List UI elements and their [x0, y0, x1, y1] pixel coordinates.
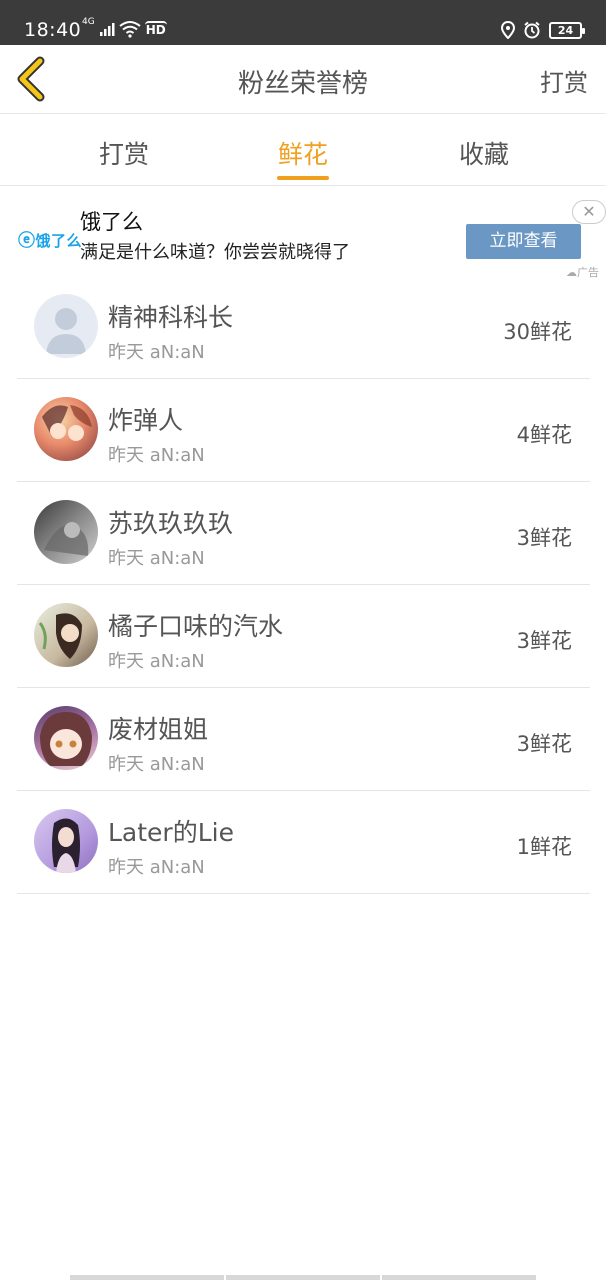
network-type-label: 4G	[82, 17, 95, 27]
reward-button[interactable]: 打赏	[540, 63, 588, 98]
list-item[interactable]: Later的Lie 昨天 aN:aN 1鲜花	[17, 791, 590, 894]
fan-time: 昨天 aN:aN	[108, 342, 205, 363]
list-item[interactable]: 精神科科长 昨天 aN:aN 30鲜花	[17, 276, 590, 379]
close-icon: ✕	[582, 202, 596, 221]
system-bar-segment	[70, 1275, 224, 1280]
flower-count: 3鲜花	[516, 526, 572, 550]
fan-name: 精神科科长	[108, 303, 234, 332]
avatar	[34, 294, 98, 358]
ad-title: 饿了么	[80, 210, 143, 234]
wifi-icon	[119, 21, 141, 38]
tab-reward[interactable]: 打赏	[64, 135, 184, 171]
ad-close-button[interactable]: ✕	[572, 200, 606, 224]
avatar	[34, 706, 98, 770]
avatar	[34, 603, 98, 667]
flower-count: 3鲜花	[516, 629, 572, 653]
fan-name: 橘子口味的汽水	[108, 612, 284, 641]
avatar	[34, 809, 98, 873]
fan-time: 昨天 aN:aN	[108, 857, 205, 878]
status-bar: 18:40 4G HD 24	[0, 0, 606, 45]
status-icons-right: 24	[501, 18, 585, 42]
avatar	[34, 397, 98, 461]
list-item[interactable]: 废材姐姐 昨天 aN:aN 3鲜花	[17, 688, 590, 791]
flower-count: 3鲜花	[516, 732, 572, 756]
list-item[interactable]: 苏玖玖玖玖 昨天 aN:aN 3鲜花	[17, 482, 590, 585]
hd-label: HD	[144, 21, 167, 37]
tab-favorites[interactable]: 收藏	[424, 135, 544, 171]
avatar	[34, 500, 98, 564]
fan-name: Later的Lie	[108, 818, 234, 847]
ad-banner[interactable]: ⓔ饿了么 饿了么 满足是什么味道？你尝尝就晓得了 立即查看 ✕ ☁广告	[0, 186, 606, 280]
fan-name: 废材姐姐	[108, 715, 209, 744]
eleme-logo-icon: ⓔ	[18, 231, 36, 251]
tab-flowers[interactable]: 鲜花	[243, 135, 363, 171]
ad-description: 满足是什么味道？你尝尝就晓得了	[80, 242, 350, 263]
fan-list: 精神科科长 昨天 aN:aN 30鲜花 炸弹人 昨天 aN:aN 4鲜花 苏玖玖…	[17, 276, 590, 894]
ad-view-button[interactable]: 立即查看	[466, 224, 581, 259]
top-nav-bar: 粉丝荣誉榜 打赏	[0, 45, 606, 114]
alarm-icon	[524, 21, 540, 39]
status-time: 18:40	[24, 19, 82, 41]
fan-time: 昨天 aN:aN	[108, 651, 205, 672]
fan-time: 昨天 aN:aN	[108, 548, 205, 569]
flower-count: 1鲜花	[516, 835, 572, 859]
list-item[interactable]: 橘子口味的汽水 昨天 aN:aN 3鲜花	[17, 585, 590, 688]
fan-time: 昨天 aN:aN	[108, 754, 205, 775]
bottom-system-bar	[70, 1275, 536, 1280]
fan-name: 炸弹人	[108, 406, 184, 435]
system-bar-segment	[226, 1275, 380, 1280]
flower-count: 4鲜花	[516, 423, 572, 447]
battery-icon: 24	[549, 21, 585, 39]
signal-icon	[99, 23, 115, 36]
location-icon	[501, 21, 515, 39]
fan-name: 苏玖玖玖玖	[108, 509, 234, 538]
list-item[interactable]: 炸弹人 昨天 aN:aN 4鲜花	[17, 379, 590, 482]
page-title: 粉丝荣誉榜	[237, 69, 368, 99]
flower-count: 30鲜花	[503, 320, 572, 344]
fan-time: 昨天 aN:aN	[108, 445, 205, 466]
system-bar-segment	[382, 1275, 536, 1280]
ad-logo: ⓔ饿了么	[18, 231, 83, 251]
active-tab-indicator	[277, 176, 329, 180]
status-icons-left: 4G HD	[82, 17, 167, 41]
